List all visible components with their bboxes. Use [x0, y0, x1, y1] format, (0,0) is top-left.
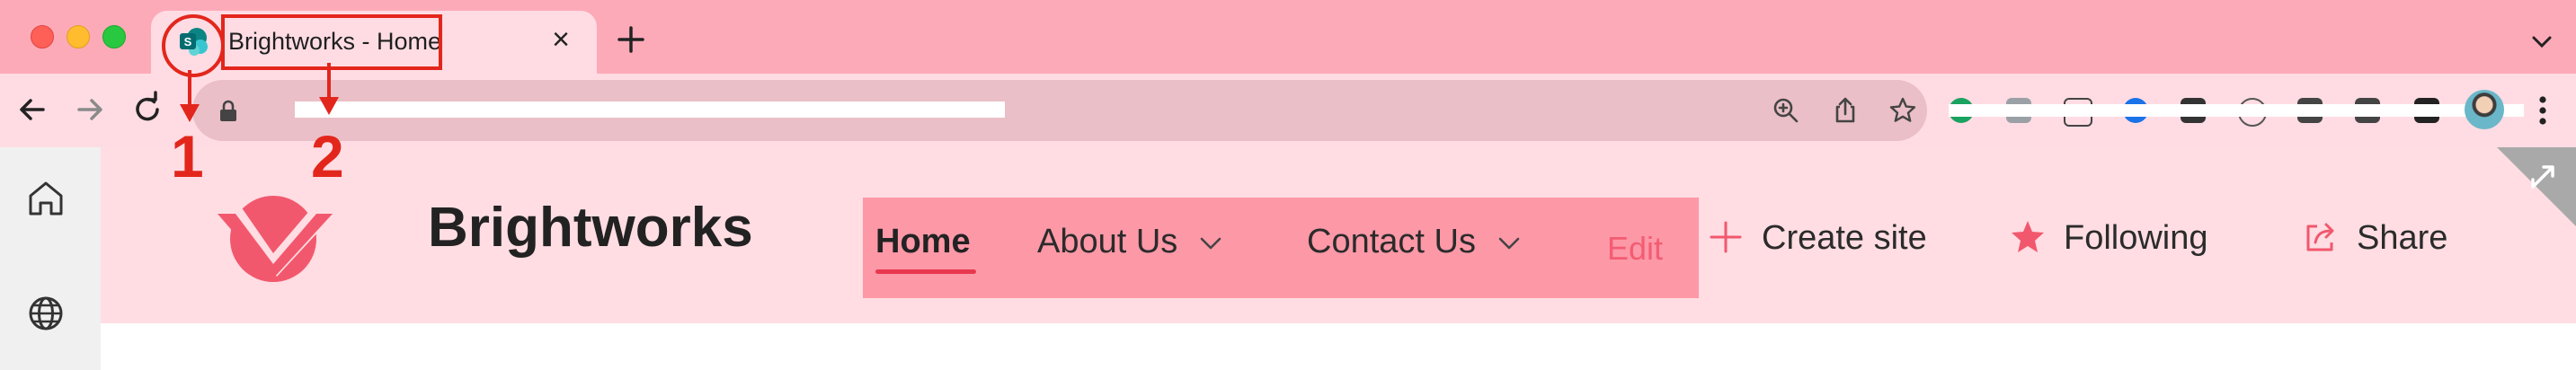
following-label: Following [2064, 219, 2208, 257]
browser-menu-icon[interactable] [2529, 93, 2556, 128]
share-icon [2306, 223, 2334, 251]
zoom-icon[interactable] [1771, 95, 1801, 126]
share-page-icon[interactable] [1830, 95, 1861, 126]
url-redaction [295, 101, 1005, 118]
lock-icon [220, 100, 236, 121]
forward-arrow-icon[interactable] [70, 90, 110, 129]
extensions-redaction [1949, 104, 2524, 117]
star-icon [2012, 221, 2044, 252]
profile-avatar[interactable] [2465, 90, 2504, 129]
sharepoint-page: Brightworks Home About Us Contact Us Edi… [0, 147, 2576, 370]
site-navigation: Home About Us Contact Us Edit [863, 198, 1699, 298]
reload-icon[interactable] [128, 90, 167, 129]
chevron-down-icon [1201, 237, 1221, 250]
nav-item-contact-us[interactable]: Contact Us [1307, 223, 1521, 273]
nav-item-label: Home [875, 223, 971, 260]
create-site-label: Create site [1762, 219, 1927, 257]
expand-content-icon[interactable] [2497, 147, 2576, 226]
app-bar [0, 147, 101, 370]
maximize-window-button[interactable] [102, 25, 126, 48]
site-title[interactable]: Brightworks [428, 196, 753, 260]
annotation-number-2: 2 [311, 123, 344, 189]
new-tab-button[interactable] [611, 20, 651, 59]
nav-item-label: Contact Us [1307, 223, 1476, 260]
share-label: Share [2357, 219, 2448, 257]
annotation-box-tab-title [221, 14, 442, 70]
home-icon[interactable] [23, 176, 68, 221]
nav-item-label: About Us [1037, 223, 1178, 260]
brightworks-logo-icon[interactable] [210, 183, 343, 289]
nav-item-about-us[interactable]: About Us [1037, 223, 1222, 273]
active-nav-indicator [875, 269, 976, 274]
chevron-down-icon [1498, 237, 1520, 250]
edit-navigation-link[interactable]: Edit [1607, 230, 1663, 268]
close-window-button[interactable] [31, 25, 54, 48]
extensions-area [1949, 92, 2524, 128]
plus-icon [1710, 221, 1742, 253]
annotation-circle-favicon [162, 14, 225, 77]
address-bar[interactable] [192, 80, 1927, 141]
bookmark-star-icon[interactable] [1888, 95, 1918, 126]
url-text[interactable] [250, 98, 1005, 121]
site-header: Brightworks Home About Us Contact Us Edi… [101, 147, 2576, 323]
annotation-number-1: 1 [171, 123, 204, 189]
tab-search-chevron-icon[interactable] [2526, 25, 2558, 57]
minimize-window-button[interactable] [67, 25, 90, 48]
globe-icon[interactable] [23, 291, 68, 336]
nav-item-home[interactable]: Home [875, 223, 971, 273]
tab-close-button[interactable]: × [545, 23, 577, 56]
back-arrow-icon[interactable] [13, 90, 52, 129]
